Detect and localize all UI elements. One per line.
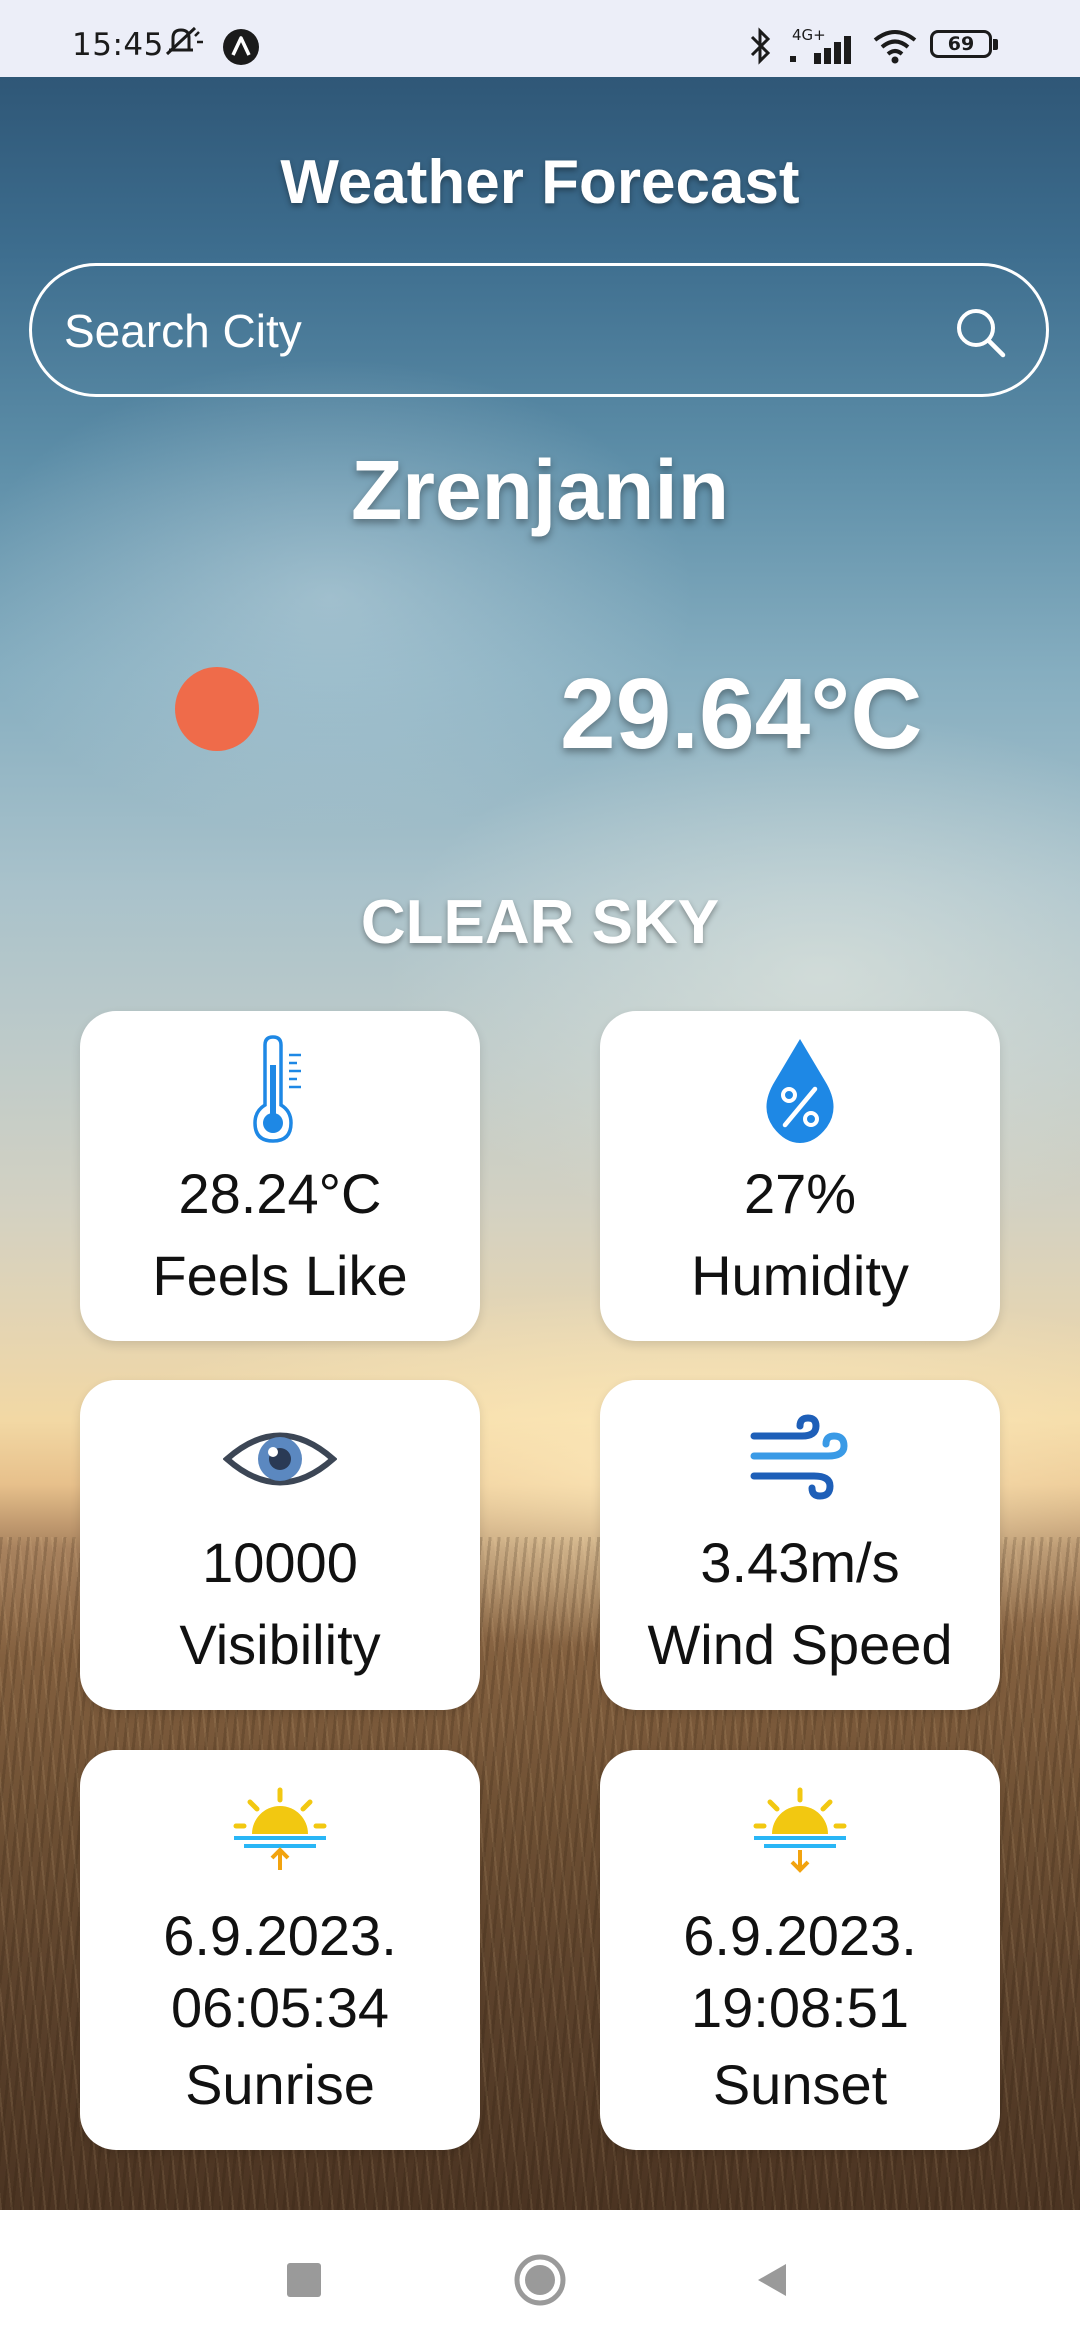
weather-condition: CLEAR SKY	[360, 888, 720, 957]
feels-like-value: 28.24°C	[178, 1162, 382, 1225]
humidity-drop-icon	[766, 1039, 834, 1143]
wind-icon	[750, 1414, 848, 1500]
search-icon[interactable]	[954, 306, 1006, 358]
home-button[interactable]	[510, 2250, 570, 2310]
weather-screen: Weather Forecast Zrenjanin 29.64°C CLEAR…	[0, 77, 1080, 2210]
assistant-icon	[223, 29, 259, 65]
feels-like-card: 28.24°C Feels Like	[80, 1011, 480, 1341]
status-time: 15:45	[72, 27, 164, 63]
sunset-time: 19:08:51	[691, 1976, 909, 2039]
back-triangle-icon	[758, 2264, 786, 2296]
current-temperature: 29.64°C	[560, 658, 923, 770]
sunrise-date: 6.9.2023.	[163, 1904, 397, 1967]
visibility-card: 10000 Visibility	[80, 1380, 480, 1710]
circle-icon	[514, 2254, 566, 2306]
feels-like-label: Feels Like	[152, 1244, 408, 1307]
humidity-card: 27% Humidity	[600, 1011, 1000, 1341]
back-button[interactable]	[742, 2250, 802, 2310]
sunset-card: 6.9.2023. 19:08:51 Sunset	[600, 1750, 1000, 2150]
thermometer-icon	[253, 1035, 301, 1143]
sunrise-icon	[233, 1787, 327, 1870]
navigation-bar	[0, 2210, 1080, 2340]
sunrise-card: 6.9.2023. 06:05:34 Sunrise	[80, 1750, 480, 2150]
sunset-icon	[753, 1787, 847, 1873]
sunrise-label: Sunrise	[185, 2053, 375, 2116]
battery-level: 69	[947, 33, 975, 55]
visibility-label: Visibility	[179, 1613, 381, 1676]
square-icon	[287, 2263, 321, 2297]
city-name: Zrenjanin	[350, 443, 730, 537]
battery-icon: 69	[930, 30, 1000, 62]
wifi-icon	[873, 30, 917, 64]
humidity-value: 27%	[743, 1162, 857, 1225]
sun-icon	[175, 667, 259, 751]
signal-icon: 4G+	[788, 26, 860, 66]
sunset-date: 6.9.2023.	[683, 1904, 917, 1967]
page-title: Weather Forecast	[280, 148, 800, 217]
sunset-label: Sunset	[712, 2053, 888, 2116]
mute-icon	[165, 26, 203, 56]
search-bar[interactable]	[29, 263, 1049, 397]
wind-speed-value: 3.43m/s	[700, 1531, 900, 1594]
wind-speed-card: 3.43m/s Wind Speed	[600, 1380, 1000, 1710]
bluetooth-icon	[750, 27, 771, 65]
sunrise-time: 06:05:34	[171, 1976, 389, 2039]
search-input[interactable]	[62, 294, 946, 368]
status-bar: 15:45 4G+ 69	[0, 0, 1080, 77]
eye-icon	[223, 1432, 337, 1486]
recents-button[interactable]	[274, 2250, 334, 2310]
humidity-label: Humidity	[691, 1244, 909, 1307]
visibility-value: 10000	[202, 1531, 358, 1594]
wind-speed-label: Wind Speed	[647, 1613, 953, 1676]
